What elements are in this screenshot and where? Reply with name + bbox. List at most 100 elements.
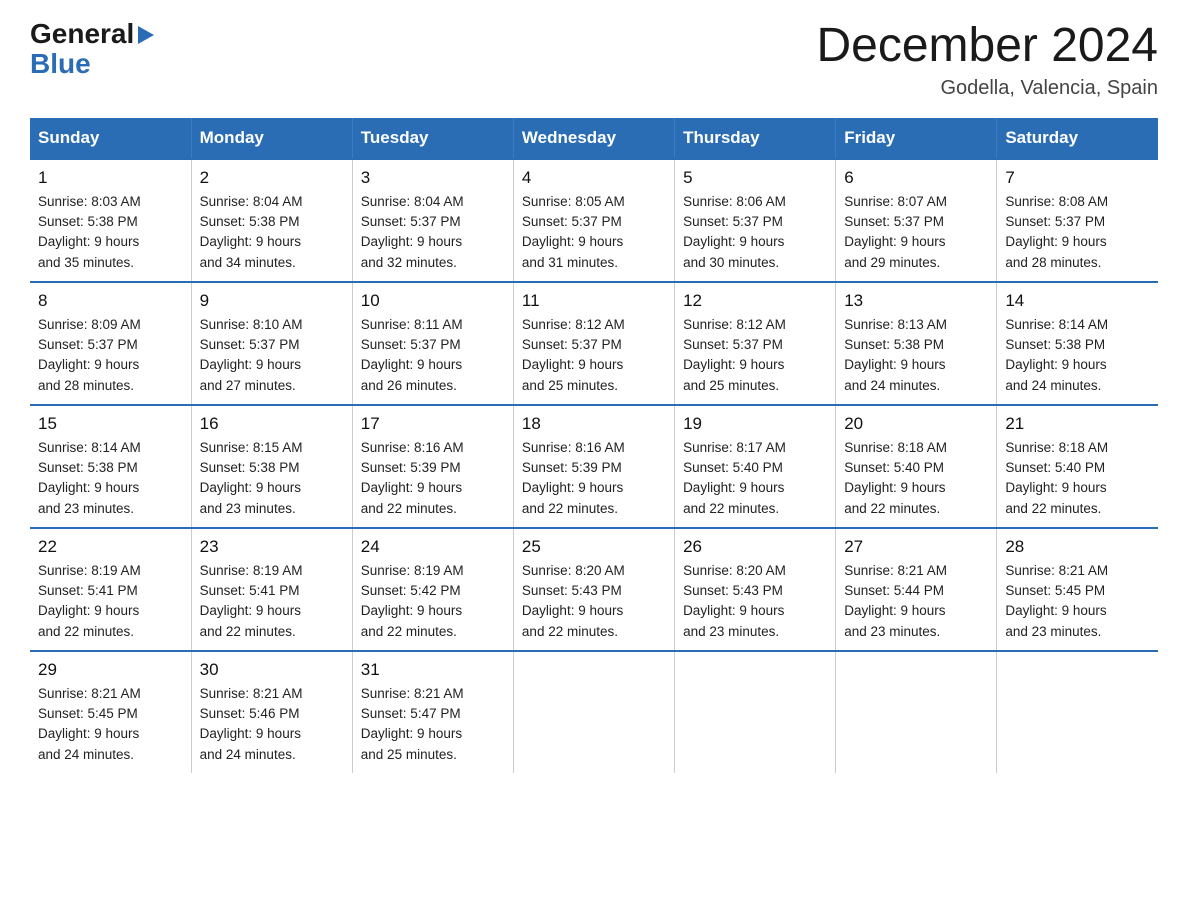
day-number: 24 bbox=[361, 537, 505, 557]
week-row-4: 22Sunrise: 8:19 AMSunset: 5:41 PMDayligh… bbox=[30, 528, 1158, 651]
day-number: 31 bbox=[361, 660, 505, 680]
day-info: Sunrise: 8:14 AMSunset: 5:38 PMDaylight:… bbox=[38, 438, 183, 519]
day-cell-18: 18Sunrise: 8:16 AMSunset: 5:39 PMDayligh… bbox=[513, 405, 674, 528]
day-info: Sunrise: 8:17 AMSunset: 5:40 PMDaylight:… bbox=[683, 438, 827, 519]
day-info: Sunrise: 8:05 AMSunset: 5:37 PMDaylight:… bbox=[522, 192, 666, 273]
day-cell-13: 13 Sunrise: 8:13 AMSunset: 5:38 PMDayligh… bbox=[836, 282, 997, 405]
header-thursday: Thursday bbox=[675, 118, 836, 159]
week-row-5: 29 Sunrise: 8:21 AMSunset: 5:45 PMDayligh… bbox=[30, 651, 1158, 773]
day-cell-31: 31 Sunrise: 8:21 AMSunset: 5:47 PMDayligh… bbox=[352, 651, 513, 773]
header-friday: Friday bbox=[836, 118, 997, 159]
day-info: Sunrise: 8:07 AMSunset: 5:37 PMDaylight:… bbox=[844, 192, 988, 273]
day-number: 25 bbox=[522, 537, 666, 557]
day-cell-9: 9Sunrise: 8:10 AMSunset: 5:37 PMDaylight… bbox=[191, 282, 352, 405]
day-number: 1 bbox=[38, 168, 183, 188]
day-cell-24: 24Sunrise: 8:19 AMSunset: 5:42 PMDayligh… bbox=[352, 528, 513, 651]
day-cell-16: 16Sunrise: 8:15 AMSunset: 5:38 PMDayligh… bbox=[191, 405, 352, 528]
day-number: 5 bbox=[683, 168, 827, 188]
logo: General Blue bbox=[30, 20, 156, 80]
day-cell-27: 27Sunrise: 8:21 AMSunset: 5:44 PMDayligh… bbox=[836, 528, 997, 651]
header-saturday: Saturday bbox=[997, 118, 1158, 159]
day-number: 15 bbox=[38, 414, 183, 434]
day-number: 2 bbox=[200, 168, 344, 188]
day-cell-8: 8 Sunrise: 8:09 AMSunset: 5:37 PMDaylight… bbox=[30, 282, 191, 405]
day-info: Sunrise: 8:14 AMSunset: 5:38 PMDaylight:… bbox=[1005, 315, 1150, 396]
day-number: 23 bbox=[200, 537, 344, 557]
day-cell-21: 21 Sunrise: 8:18 AMSunset: 5:40 PMDayligh… bbox=[997, 405, 1158, 528]
day-info: Sunrise: 8:08 AMSunset: 5:37 PMDaylight:… bbox=[1005, 192, 1150, 273]
day-number: 18 bbox=[522, 414, 666, 434]
day-number: 11 bbox=[522, 291, 666, 311]
day-info: Sunrise: 8:21 AMSunset: 5:44 PMDaylight:… bbox=[844, 561, 988, 642]
day-number: 20 bbox=[844, 414, 988, 434]
day-number: 29 bbox=[38, 660, 183, 680]
day-info: Sunrise: 8:11 AMSunset: 5:37 PMDaylight:… bbox=[361, 315, 505, 396]
day-number: 21 bbox=[1005, 414, 1150, 434]
day-number: 16 bbox=[200, 414, 344, 434]
day-info: Sunrise: 8:20 AMSunset: 5:43 PMDaylight:… bbox=[683, 561, 827, 642]
week-row-1: 1Sunrise: 8:03 AMSunset: 5:38 PMDaylight… bbox=[30, 159, 1158, 282]
day-info: Sunrise: 8:09 AMSunset: 5:37 PMDaylight:… bbox=[38, 315, 183, 396]
header-tuesday: Tuesday bbox=[352, 118, 513, 159]
day-info: Sunrise: 8:06 AMSunset: 5:37 PMDaylight:… bbox=[683, 192, 827, 273]
day-info: Sunrise: 8:12 AMSunset: 5:37 PMDaylight:… bbox=[522, 315, 666, 396]
day-info: Sunrise: 8:19 AMSunset: 5:41 PMDaylight:… bbox=[200, 561, 344, 642]
day-number: 30 bbox=[200, 660, 344, 680]
day-cell-4: 4Sunrise: 8:05 AMSunset: 5:37 PMDaylight… bbox=[513, 159, 674, 282]
day-cell-28: 28Sunrise: 8:21 AMSunset: 5:45 PMDayligh… bbox=[997, 528, 1158, 651]
day-number: 14 bbox=[1005, 291, 1150, 311]
day-number: 10 bbox=[361, 291, 505, 311]
main-title: December 2024 bbox=[816, 20, 1158, 73]
header-wednesday: Wednesday bbox=[513, 118, 674, 159]
empty-cell bbox=[675, 651, 836, 773]
day-number: 26 bbox=[683, 537, 827, 557]
day-number: 13 bbox=[844, 291, 988, 311]
day-number: 7 bbox=[1005, 168, 1150, 188]
logo-blue: Blue bbox=[30, 48, 91, 80]
day-cell-14: 14 Sunrise: 8:14 AMSunset: 5:38 PMDayligh… bbox=[997, 282, 1158, 405]
day-cell-23: 23 Sunrise: 8:19 AMSunset: 5:41 PMDayligh… bbox=[191, 528, 352, 651]
day-cell-29: 29 Sunrise: 8:21 AMSunset: 5:45 PMDayligh… bbox=[30, 651, 191, 773]
day-cell-5: 5 Sunrise: 8:06 AMSunset: 5:37 PMDaylight… bbox=[675, 159, 836, 282]
day-info: Sunrise: 8:16 AMSunset: 5:39 PMDaylight:… bbox=[361, 438, 505, 519]
day-cell-15: 15 Sunrise: 8:14 AMSunset: 5:38 PMDayligh… bbox=[30, 405, 191, 528]
day-info: Sunrise: 8:18 AMSunset: 5:40 PMDaylight:… bbox=[844, 438, 988, 519]
day-number: 17 bbox=[361, 414, 505, 434]
day-cell-11: 11 Sunrise: 8:12 AMSunset: 5:37 PMDayligh… bbox=[513, 282, 674, 405]
calendar-table: SundayMondayTuesdayWednesdayThursdayFrid… bbox=[30, 118, 1158, 773]
header-sunday: Sunday bbox=[30, 118, 191, 159]
day-cell-1: 1Sunrise: 8:03 AMSunset: 5:38 PMDaylight… bbox=[30, 159, 191, 282]
day-cell-7: 7 Sunrise: 8:08 AMSunset: 5:37 PMDaylight… bbox=[997, 159, 1158, 282]
day-info: Sunrise: 8:04 AMSunset: 5:38 PMDaylight:… bbox=[200, 192, 344, 273]
day-info: Sunrise: 8:04 AMSunset: 5:37 PMDaylight:… bbox=[361, 192, 505, 273]
day-number: 8 bbox=[38, 291, 183, 311]
day-info: Sunrise: 8:18 AMSunset: 5:40 PMDaylight:… bbox=[1005, 438, 1150, 519]
day-cell-20: 20 Sunrise: 8:18 AMSunset: 5:40 PMDayligh… bbox=[836, 405, 997, 528]
logo-arrow-icon bbox=[136, 24, 156, 46]
day-cell-17: 17 Sunrise: 8:16 AMSunset: 5:39 PMDayligh… bbox=[352, 405, 513, 528]
day-info: Sunrise: 8:21 AMSunset: 5:45 PMDaylight:… bbox=[1005, 561, 1150, 642]
day-info: Sunrise: 8:21 AMSunset: 5:46 PMDaylight:… bbox=[200, 684, 344, 765]
day-info: Sunrise: 8:20 AMSunset: 5:43 PMDaylight:… bbox=[522, 561, 666, 642]
day-cell-22: 22Sunrise: 8:19 AMSunset: 5:41 PMDayligh… bbox=[30, 528, 191, 651]
day-cell-2: 2 Sunrise: 8:04 AMSunset: 5:38 PMDaylight… bbox=[191, 159, 352, 282]
day-cell-6: 6Sunrise: 8:07 AMSunset: 5:37 PMDaylight… bbox=[836, 159, 997, 282]
day-info: Sunrise: 8:21 AMSunset: 5:45 PMDaylight:… bbox=[38, 684, 183, 765]
title-block: December 2024 Godella, Valencia, Spain bbox=[816, 20, 1158, 100]
day-info: Sunrise: 8:21 AMSunset: 5:47 PMDaylight:… bbox=[361, 684, 505, 765]
logo-general: General bbox=[30, 20, 134, 48]
day-number: 12 bbox=[683, 291, 827, 311]
day-cell-3: 3 Sunrise: 8:04 AMSunset: 5:37 PMDaylight… bbox=[352, 159, 513, 282]
day-info: Sunrise: 8:19 AMSunset: 5:41 PMDaylight:… bbox=[38, 561, 183, 642]
day-cell-12: 12 Sunrise: 8:12 AMSunset: 5:37 PMDayligh… bbox=[675, 282, 836, 405]
day-info: Sunrise: 8:12 AMSunset: 5:37 PMDaylight:… bbox=[683, 315, 827, 396]
day-number: 9 bbox=[200, 291, 344, 311]
day-number: 3 bbox=[361, 168, 505, 188]
empty-cell bbox=[997, 651, 1158, 773]
day-number: 19 bbox=[683, 414, 827, 434]
day-info: Sunrise: 8:13 AMSunset: 5:38 PMDaylight:… bbox=[844, 315, 988, 396]
empty-cell bbox=[836, 651, 997, 773]
day-cell-10: 10 Sunrise: 8:11 AMSunset: 5:37 PMDayligh… bbox=[352, 282, 513, 405]
header-row: SundayMondayTuesdayWednesdayThursdayFrid… bbox=[30, 118, 1158, 159]
day-cell-19: 19 Sunrise: 8:17 AMSunset: 5:40 PMDayligh… bbox=[675, 405, 836, 528]
